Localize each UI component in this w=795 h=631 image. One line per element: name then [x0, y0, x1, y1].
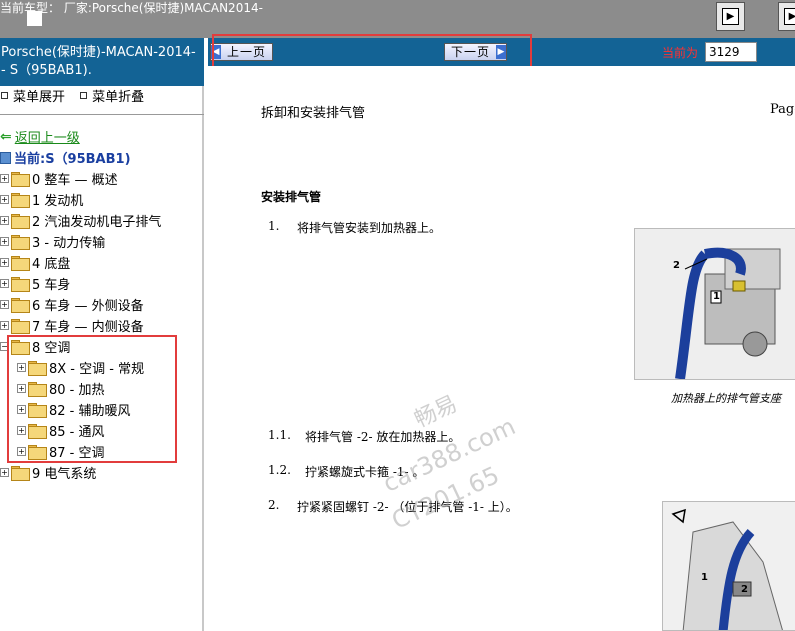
expand-plus-icon[interactable]: + [0, 174, 9, 183]
step-number: 2. [268, 498, 280, 512]
folder-icon [11, 214, 30, 229]
tree-item-label[interactable]: 3 - 动力传输 [32, 232, 105, 251]
page-number-input[interactable]: 3129 [705, 42, 757, 62]
tree-item-label[interactable]: 2 汽油发动机电子排气 [32, 211, 161, 230]
expand-plus-icon[interactable]: + [0, 279, 9, 288]
tree-item-label[interactable]: 1 发动机 [32, 190, 83, 209]
toolbar-forward-button-2[interactable]: ▶ [778, 2, 795, 31]
figure-caption: 加热器上的排气管支座 [671, 392, 781, 405]
tree-item[interactable]: +7 车身 — 内侧设备 [0, 315, 144, 336]
divider [0, 114, 204, 115]
doc-title: 拆卸和安装排气管 [261, 106, 366, 121]
expand-plus-icon[interactable]: + [0, 258, 9, 267]
figure-callout: 2 [741, 584, 748, 595]
figure-callout: 1 [713, 291, 720, 302]
tree-item-label[interactable]: 6 车身 — 外侧设备 [32, 295, 144, 314]
expand-plus-icon[interactable]: + [0, 300, 9, 309]
step-number: 1. [268, 219, 280, 233]
tree-item-label[interactable]: 0 整车 — 概述 [32, 169, 118, 188]
tree-item-label[interactable]: 5 车身 [32, 274, 70, 293]
folder-icon [11, 319, 30, 334]
document-view: 拆卸和安装排气管 Page 安装排气管 1. 将排气管安装到加热器上。 1.1.… [208, 66, 795, 631]
toolbar-forward-button[interactable]: ▶ [716, 2, 745, 31]
tree-item[interactable]: +5 车身 [0, 273, 70, 294]
page-label: Page [770, 102, 795, 117]
next-icon: ▶ [784, 8, 795, 25]
folder-icon [11, 172, 30, 187]
tree-item[interactable]: +1 发动机 [0, 189, 83, 210]
current-row: 当前:S（95BAB1) [0, 147, 131, 168]
sidebar-header-line2: - S（95BAB1). [1, 63, 92, 78]
tree-item[interactable]: +3 - 动力传输 [0, 231, 105, 252]
tree-item-label[interactable]: 7 车身 — 内侧设备 [32, 316, 144, 335]
title-bar: 当前车型： 厂家:Porsche(保时捷)MACAN2014- ▶ ▶ [0, 0, 795, 38]
figure-exhaust-pipe-mount: 2 1 [634, 228, 795, 380]
expand-plus-icon[interactable]: + [0, 237, 9, 246]
folder-icon [11, 298, 30, 313]
tree-item-label[interactable]: 9 电气系统 [32, 463, 96, 482]
menu-collapse-button[interactable]: 菜单折叠 [92, 90, 144, 105]
tree-item[interactable]: +0 整车 — 概述 [0, 168, 118, 189]
folder-icon [11, 235, 30, 250]
folder-icon [11, 277, 30, 292]
menu-controls: 菜单展开 菜单折叠 [0, 90, 154, 106]
collapse-icon [80, 92, 88, 99]
app-icon [27, 11, 42, 26]
back-arrow-icon: ⇐ [0, 128, 12, 145]
expand-plus-icon[interactable]: + [0, 195, 9, 204]
sidebar-header-line1: Porsche(保时捷)-MACAN-2014- [1, 45, 196, 60]
step-text: 将排气管安装到加热器上。 [297, 221, 442, 235]
expand-plus-icon[interactable]: + [0, 468, 9, 477]
section-title: 安装排气管 [261, 190, 322, 204]
menu-expand-button[interactable]: 菜单展开 [13, 90, 65, 105]
back-link[interactable]: 返回上一级 [15, 127, 80, 146]
tree-item[interactable]: +4 底盘 [0, 252, 70, 273]
step-number: 1.1. [268, 428, 291, 442]
step-number: 1.2. [268, 463, 291, 477]
folder-icon [11, 193, 30, 208]
tree-item[interactable]: +2 汽油发动机电子排气 [0, 210, 161, 231]
computer-icon [0, 151, 11, 164]
folder-icon [11, 256, 30, 271]
expand-plus-icon[interactable]: + [0, 216, 9, 225]
step-text: 将排气管 -2- 放在加热器上。 [305, 430, 461, 444]
sidebar-header: Porsche(保时捷)-MACAN-2014- - S（95BAB1). [0, 38, 204, 86]
tree-item[interactable]: +6 车身 — 外侧设备 [0, 294, 144, 315]
current-page-label: 当前为 [662, 46, 699, 60]
tree-item[interactable]: +9 电气系统 [0, 462, 96, 483]
heater-exhaust-illustration [635, 229, 795, 379]
figure-callout: 1 [701, 572, 708, 583]
figure-callout: 2 [673, 260, 680, 271]
highlight-box-tree [7, 335, 177, 463]
back-row[interactable]: ⇐ 返回上一级 [0, 126, 80, 147]
tree-item-label[interactable]: 4 底盘 [32, 253, 70, 272]
next-icon: ▶ [722, 8, 739, 25]
folder-icon [11, 466, 30, 481]
expand-icon [1, 92, 8, 99]
expand-plus-icon[interactable]: + [0, 321, 9, 330]
current-node-label: 当前:S（95BAB1) [14, 152, 131, 167]
figure-fastening-screw: 1 2 [662, 501, 795, 631]
watermark-line1: 畅易 [410, 391, 462, 433]
exhaust-screw-illustration [663, 502, 795, 630]
